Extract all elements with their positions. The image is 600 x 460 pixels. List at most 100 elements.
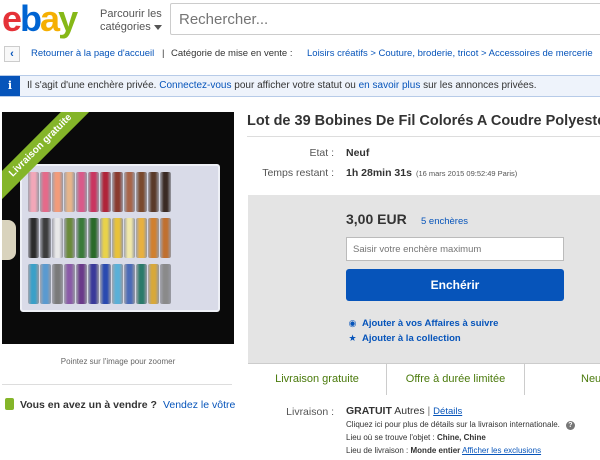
time-left-value: 1h 28min 31s (16 mars 2015 09:52:49 Paris… — [346, 167, 517, 179]
condition-label: Etat : — [309, 147, 334, 159]
search-input[interactable] — [170, 3, 600, 35]
learn-more-link[interactable]: en savoir plus — [359, 80, 421, 91]
thread-spool — [88, 218, 99, 258]
browse-categories-label: Parcourir les catégories — [100, 8, 162, 33]
spool-row — [28, 264, 171, 304]
star-icon: ★ — [348, 333, 357, 343]
location-label: Lieu où se trouve l'objet : — [346, 433, 435, 442]
category-label: Catégorie de mise en vente : — [171, 48, 293, 59]
thread-spool — [76, 264, 87, 304]
thread-spool — [100, 218, 111, 258]
shipping-value: GRATUIT Autres | Détails — [346, 405, 462, 417]
thread-spool — [88, 172, 99, 212]
time-left-label: Temps restant : — [262, 167, 334, 179]
shipping-separator: | — [427, 405, 431, 417]
thread-spool — [64, 264, 75, 304]
header: ebay Parcourir les catégories — [0, 0, 600, 40]
thread-spool — [160, 218, 171, 258]
feature-badges: Livraison gratuite Offre à durée limitée… — [248, 363, 600, 395]
thread-spool — [148, 264, 159, 304]
thread-spool — [124, 264, 135, 304]
shipping-price: GRATUIT — [346, 405, 392, 417]
thread-spool — [112, 218, 123, 258]
thread-spool — [52, 218, 63, 258]
feature-limited-offer: Offre à durée limitée — [386, 363, 524, 395]
back-to-home-link[interactable]: Retourner à la page d'accueil — [31, 43, 154, 65]
exclusions-link[interactable]: Afficher les exclusions — [462, 446, 541, 455]
thread-spool — [124, 218, 135, 258]
feature-free-shipping: Livraison gratuite — [248, 363, 386, 395]
product-image[interactable]: Livraison gratuite — [2, 112, 234, 344]
thread-spool — [148, 172, 159, 212]
banner-text-after: sur les annonces privées. — [423, 80, 537, 91]
ship-to: Lieu de livraison : Monde entier Affiche… — [346, 446, 541, 455]
condition-value: Neuf — [346, 147, 370, 159]
sell-yours-bar: Vous en avez un à vendre ? Vendez le vôtr… — [5, 398, 235, 411]
thread-spool — [40, 172, 51, 212]
breadcrumb: ‹ Retourner à la page d'accueil | Catégo… — [0, 43, 600, 65]
thread-spool — [64, 172, 75, 212]
thread-spool — [88, 264, 99, 304]
thread-spool — [76, 218, 87, 258]
back-arrow-icon[interactable]: ‹ — [4, 46, 20, 62]
thread-spool — [124, 172, 135, 212]
watchlist-label: Ajouter à vos Affaires à suivre — [362, 318, 499, 329]
divider — [2, 384, 232, 385]
tag-icon — [5, 398, 14, 410]
banner-text: Il s'agit d'une enchère privée. Connecte… — [27, 76, 537, 96]
thread-spool — [64, 218, 75, 258]
thread-spool — [148, 218, 159, 258]
time-left-countdown: 1h 28min 31s — [346, 167, 412, 179]
banner-text-middle: pour afficher votre statut ou — [234, 80, 356, 91]
flower-decoration — [2, 220, 16, 260]
thread-spool — [28, 172, 39, 212]
browse-categories-button[interactable]: Parcourir les catégories — [100, 8, 162, 34]
bid-count-link[interactable]: 5 enchères — [421, 216, 468, 227]
intl-note-text: Cliquez ici pour plus de détails sur la … — [346, 420, 560, 429]
banner-text-before: Il s'agit d'une enchère privée. — [27, 80, 157, 91]
info-icon: i — [0, 76, 20, 96]
thread-spool — [40, 264, 51, 304]
add-to-collection-link[interactable]: ★ Ajouter à la collection — [348, 333, 461, 344]
thread-spool — [40, 218, 51, 258]
sign-in-link[interactable]: Connectez-vous — [159, 80, 231, 91]
shipping-label: Livraison : — [286, 406, 334, 418]
spool-row — [28, 218, 171, 258]
chevron-down-icon — [153, 24, 162, 30]
intl-shipping-note: Cliquez ici pour plus de détails sur la … — [346, 420, 575, 430]
thread-spool — [100, 172, 111, 212]
breadcrumb-separator: | — [162, 48, 165, 59]
location-value: Chine, Chine — [436, 433, 486, 442]
current-price: 3,00 EUR — [346, 211, 407, 227]
item-location: Lieu où se trouve l'objet : Chine, Chine — [346, 433, 486, 442]
category-path-link[interactable]: Loisirs créatifs > Couture, broderie, tr… — [307, 43, 593, 65]
ship-to-label: Lieu de livraison : — [346, 446, 409, 455]
zoom-caption: Pointez sur l'image pour zoomer — [60, 357, 176, 366]
add-to-watchlist-link[interactable]: ◉ Ajouter à vos Affaires à suivre — [348, 318, 499, 329]
end-date: (16 mars 2015 09:52:49 Paris) — [415, 169, 518, 178]
thread-spool — [112, 264, 123, 304]
thread-spool — [52, 172, 63, 212]
max-bid-input[interactable] — [346, 237, 564, 261]
collection-label: Ajouter à la collection — [362, 333, 461, 344]
divider — [247, 136, 600, 137]
thread-spool — [136, 264, 147, 304]
thread-spool — [52, 264, 63, 304]
thread-spool — [76, 172, 87, 212]
sell-yours-link[interactable]: Vendez le vôtre — [163, 399, 235, 411]
ship-to-value: Monde entier — [410, 446, 461, 455]
ebay-logo[interactable]: ebay — [2, 0, 78, 38]
thread-spool — [136, 172, 147, 212]
help-icon[interactable]: ? — [565, 421, 575, 430]
item-title: Lot de 39 Bobines De Fil Colorés A Coudr… — [247, 113, 600, 129]
private-auction-banner: i Il s'agit d'une enchère privée. Connec… — [0, 75, 600, 97]
sell-question: Vous en avez un à vendre ? — [20, 399, 157, 411]
thread-spool — [28, 264, 39, 304]
spool-tray — [20, 164, 220, 312]
feature-new: Neuf — [524, 363, 600, 395]
thread-spool — [160, 172, 171, 212]
shipping-details-link[interactable]: Détails — [433, 406, 462, 417]
place-bid-button[interactable]: Enchérir — [346, 269, 564, 301]
thread-spool — [112, 172, 123, 212]
eye-icon: ◉ — [348, 318, 357, 328]
